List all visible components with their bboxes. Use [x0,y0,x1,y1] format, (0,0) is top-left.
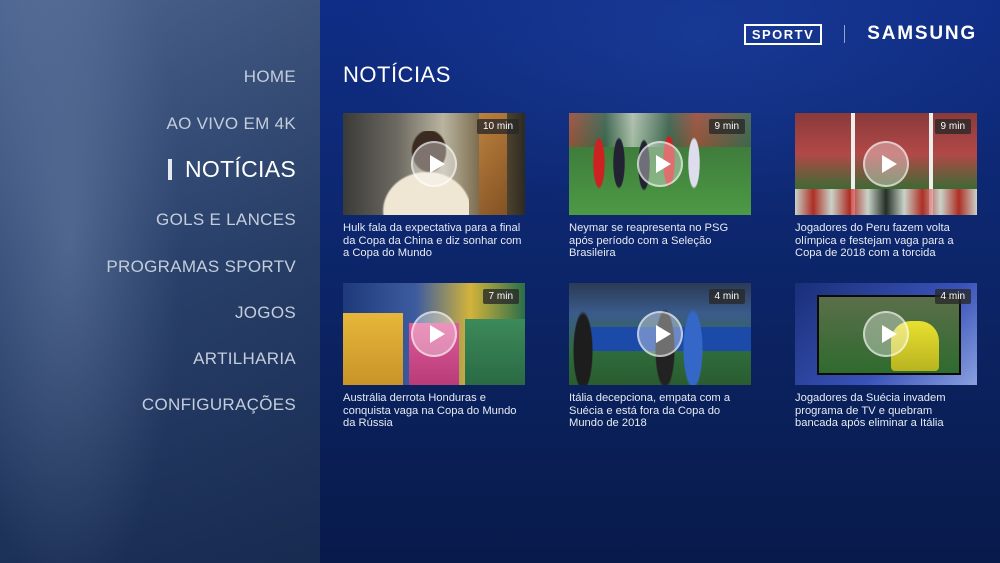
sidebar-item-configuracoes[interactable]: CONFIGURAÇÕES [142,395,296,415]
sidebar-item-label: GOLS E LANCES [156,210,296,229]
duration-badge: 4 min [708,289,745,304]
play-icon[interactable] [411,141,457,187]
video-card[interactable]: 9 min Jogadores do Peru fazem volta olím… [795,113,977,260]
duration-badge: 9 min [708,119,745,134]
video-thumbnail[interactable]: 9 min [795,113,977,215]
video-thumbnail[interactable]: 4 min [795,283,977,385]
sidebar-item-ao-vivo-4k[interactable]: AO VIVO EM 4K [166,114,296,134]
sidebar-item-artilharia[interactable]: ARTILHARIA [193,349,296,369]
video-card[interactable]: 9 min Neymar se reapresenta no PSG após … [569,113,751,260]
video-caption: Jogadores da Suécia invadem programa de … [795,392,946,429]
video-thumbnail[interactable]: 10 min [343,113,525,215]
duration-badge: 7 min [482,289,519,304]
sidebar-item-label: NOTÍCIAS [184,156,296,182]
duration-badge: 10 min [476,119,519,134]
video-caption: Austrália derrota Honduras e conquista v… [343,392,517,429]
logo-divider [844,25,846,43]
brand-logos: SPORTV SAMSUNG [743,22,977,46]
video-caption: Itália decepciona, empata com a Suécia e… [569,392,731,429]
page-title: NOTÍCIAS [343,62,451,87]
sidebar-item-jogos[interactable]: JOGOS [235,303,296,323]
sidebar-item-label: HOME [243,67,296,86]
video-caption: Neymar se reapresenta no PSG após períod… [569,222,729,259]
main-content: SPORTV SAMSUNG NOTÍCIAS 10 min Hulk fala… [320,0,1000,563]
play-icon[interactable] [863,141,909,187]
sidebar-item-label: JOGOS [234,303,296,322]
video-caption: Hulk fala da expectativa para a final da… [343,222,522,259]
play-icon[interactable] [637,141,683,187]
play-icon[interactable] [863,311,909,357]
play-icon[interactable] [411,311,457,357]
duration-badge: 4 min [934,289,971,304]
video-card[interactable]: 4 min Jogadores da Suécia invadem progra… [795,283,977,430]
video-thumbnail[interactable]: 7 min [343,283,525,385]
duration-badge: 9 min [934,119,971,134]
app-screen: HOME AO VIVO EM 4K NOTÍCIAS GOLS E LANCE… [0,0,1000,563]
video-thumbnail[interactable]: 4 min [569,283,751,385]
sidebar-item-label: AO VIVO EM 4K [166,114,296,133]
video-card[interactable]: 10 min Hulk fala da expectativa para a f… [343,113,525,260]
samsung-logo: SAMSUNG [867,23,977,44]
sportv-logo: SPORTV [743,23,823,45]
sidebar-item-programas-sportv[interactable]: PROGRAMAS SPORTV [106,257,296,277]
sidebar-item-home[interactable]: HOME [244,67,296,87]
sidebar-item-noticias[interactable]: NOTÍCIAS [167,156,296,183]
video-thumbnail[interactable]: 9 min [569,113,751,215]
video-card[interactable]: 4 min Itália decepciona, empata com a Su… [569,283,751,430]
video-card[interactable]: 7 min Austrália derrota Honduras e conqu… [343,283,525,430]
sidebar-item-gols-e-lances[interactable]: GOLS E LANCES [156,210,296,230]
sidebar-item-label: CONFIGURAÇÕES [141,395,296,414]
play-icon[interactable] [637,311,683,357]
sidebar-item-label: ARTILHARIA [193,349,296,368]
sidebar-item-label: PROGRAMAS SPORTV [106,257,296,276]
video-caption: Jogadores do Peru fazem volta olímpica e… [795,222,954,259]
active-indicator [167,159,172,180]
sidebar: HOME AO VIVO EM 4K NOTÍCIAS GOLS E LANCE… [0,0,320,563]
